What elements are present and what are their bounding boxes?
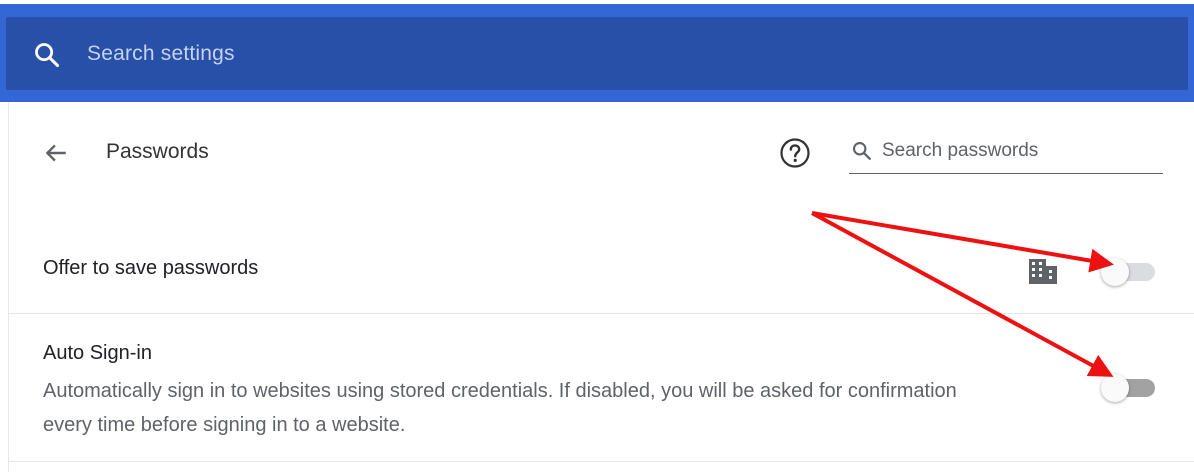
search-passwords-icon [852,141,871,160]
settings-header: Search settings [0,4,1194,102]
search-passwords-placeholder[interactable]: Search passwords [882,140,1038,162]
search-settings-bar[interactable]: Search settings [6,17,1188,90]
page-title: Passwords [106,140,209,163]
offer-to-save-passwords-toggle[interactable] [1101,256,1157,286]
offer-to-save-passwords-label: Offer to save passwords [43,257,259,279]
search-settings-placeholder[interactable]: Search settings [87,42,235,66]
toggle-knob [1101,374,1129,402]
search-passwords-field[interactable]: Search passwords [849,132,1163,174]
auto-sign-in-label: Auto Sign-in [43,342,152,364]
back-arrow-icon[interactable] [43,140,69,166]
offer-to-save-passwords-row: Offer to save passwords [9,232,1194,314]
auto-sign-in-toggle[interactable] [1101,372,1157,402]
search-icon [35,43,60,68]
auto-sign-in-row: Auto Sign-in Automatically sign in to we… [9,314,1194,462]
help-icon[interactable] [779,137,811,169]
building-icon [1029,259,1057,284]
auto-sign-in-description: Automatically sign in to websites using … [43,380,957,436]
toggle-knob [1101,258,1129,286]
passwords-card: Passwords Search passwords Offer to save… [8,102,1194,472]
